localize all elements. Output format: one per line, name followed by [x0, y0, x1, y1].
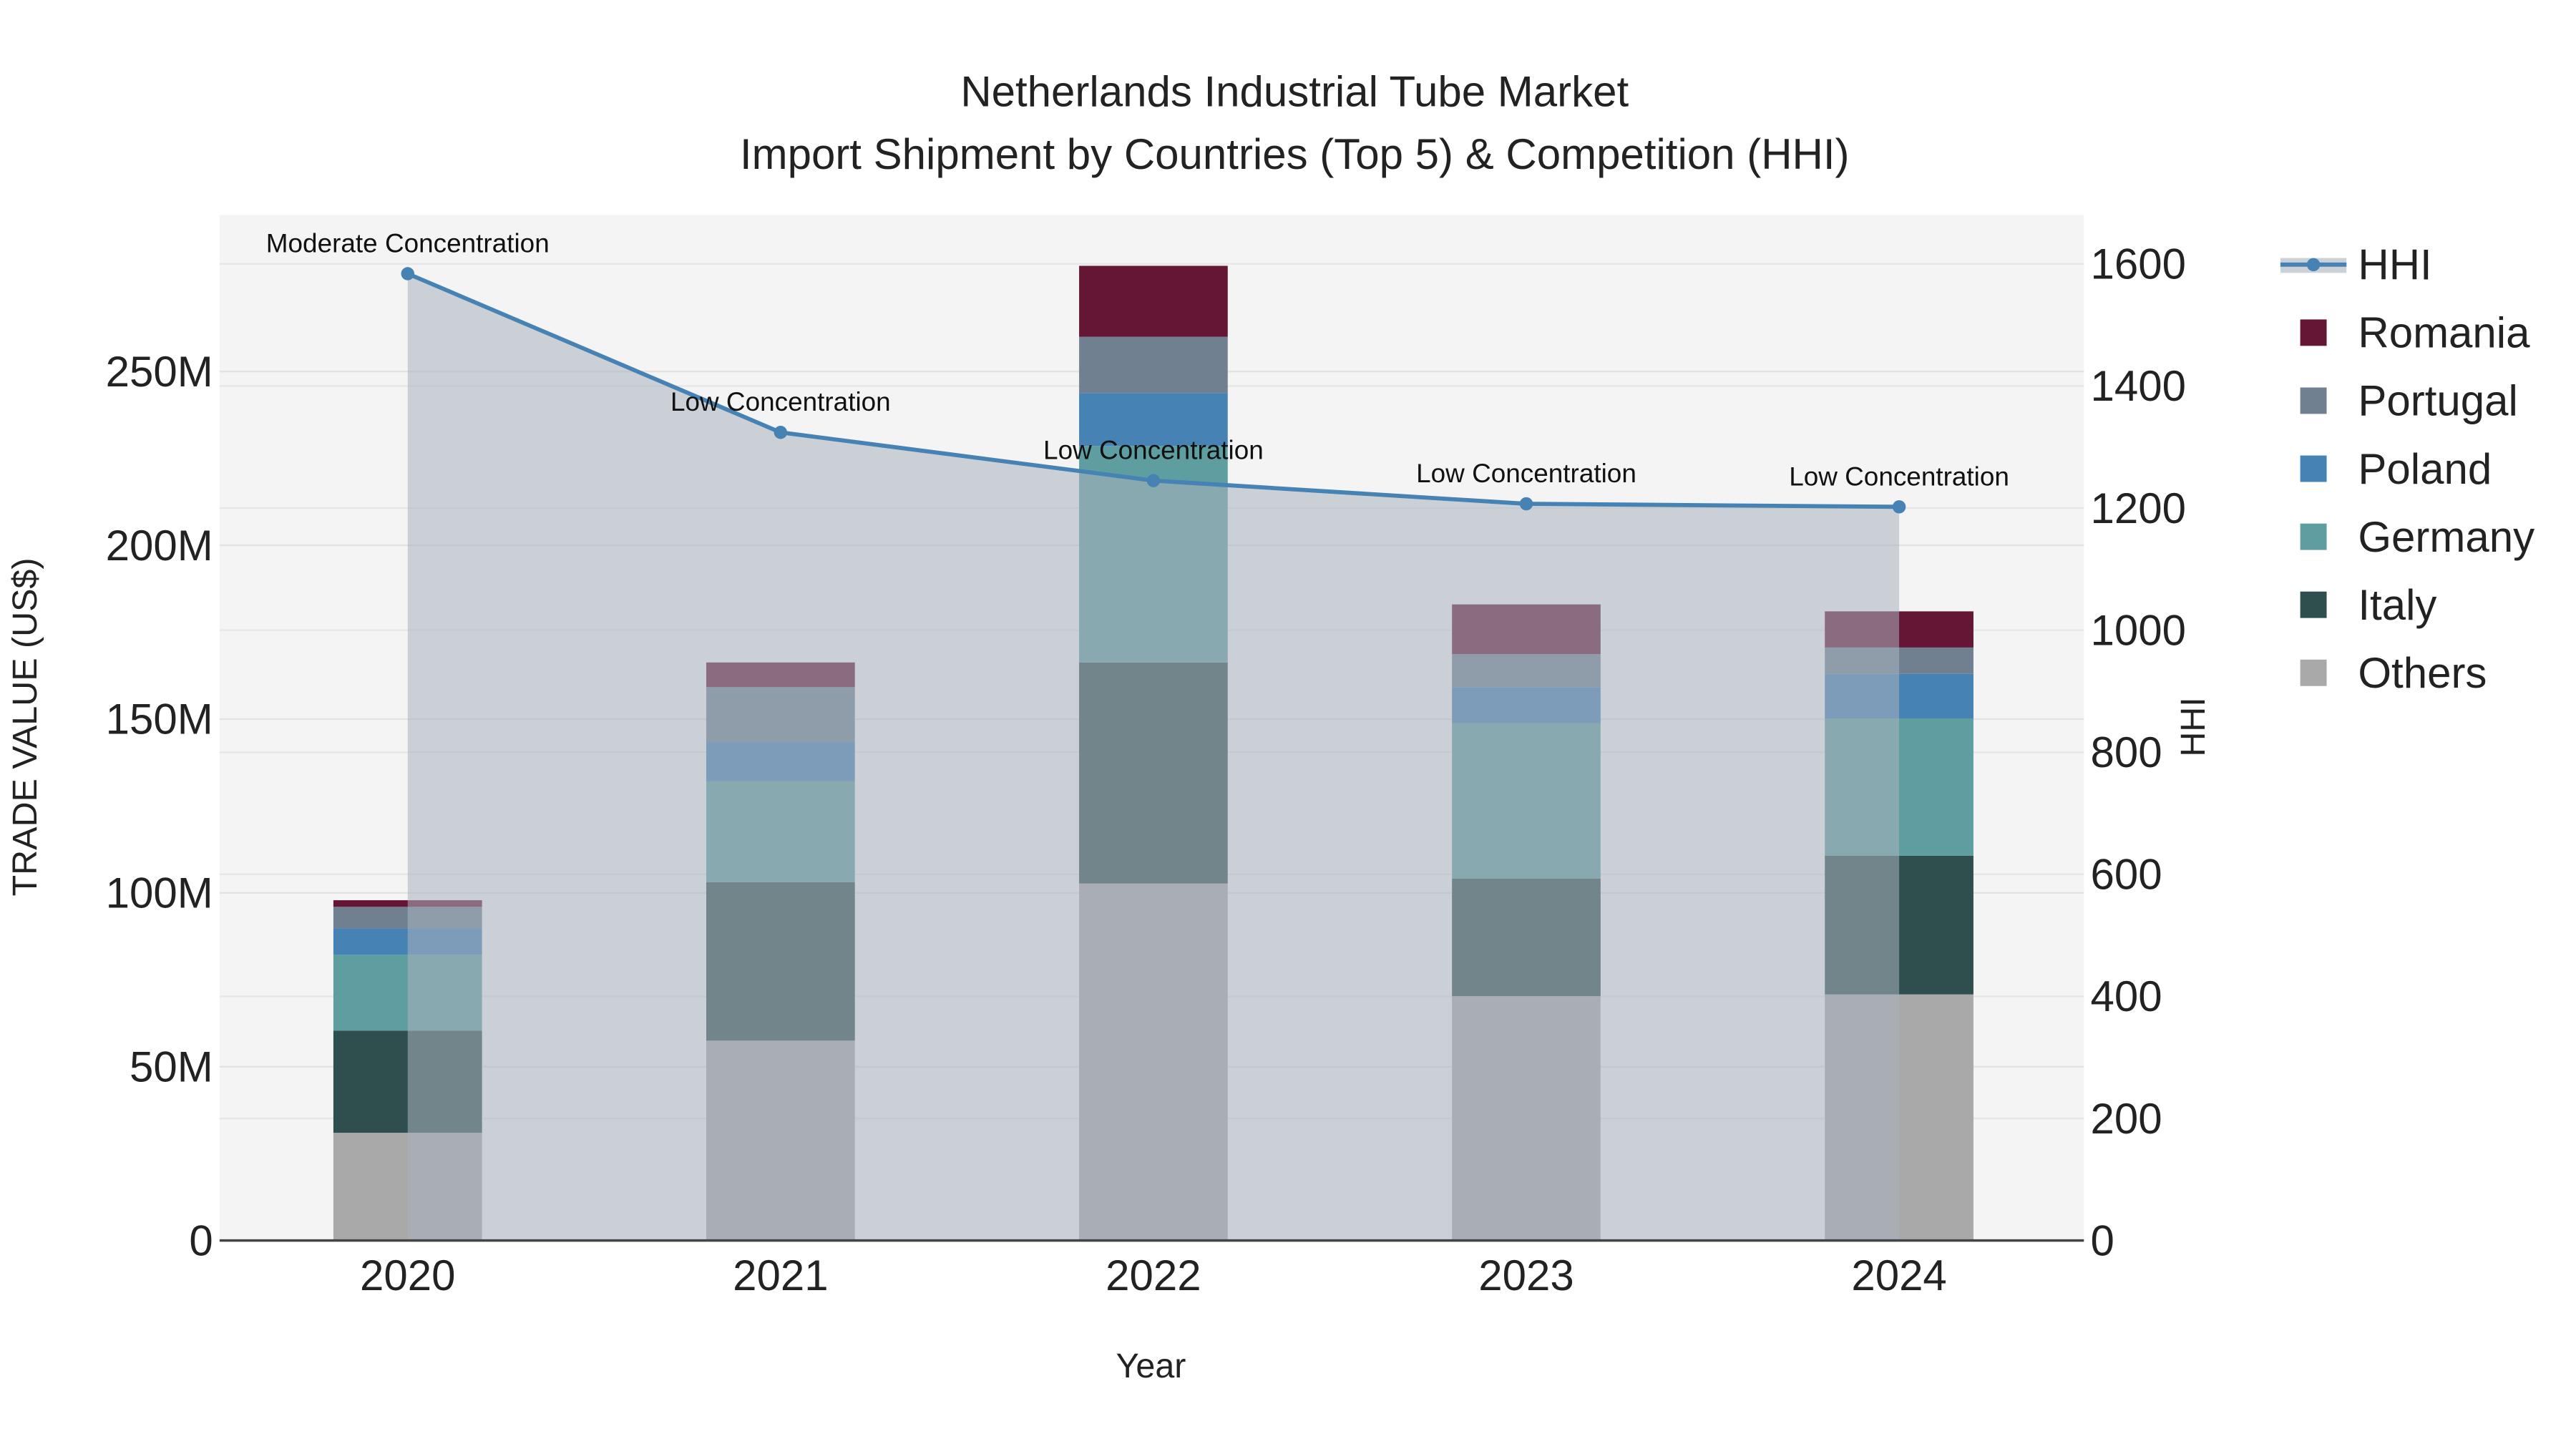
hhi-annotation: Low Concentration: [1043, 436, 1264, 465]
hhi-annotation: Low Concentration: [1416, 459, 1636, 488]
y-tick-label: 100M: [106, 869, 213, 917]
hhi-annotation: Low Concentration: [1789, 462, 2009, 491]
y2-tick-label: 400: [2091, 972, 2162, 1020]
legend-hhi-marker-icon: [2306, 258, 2321, 272]
y-tick-label: 200M: [106, 522, 213, 570]
hhi-annotation: Low Concentration: [670, 387, 891, 416]
y-tick-label: 150M: [106, 696, 213, 743]
legend-swatch-italy: [2300, 591, 2327, 618]
chart: Netherlands Industrial Tube Market Impor…: [6, 67, 2534, 1385]
y2-tick-label: 600: [2091, 851, 2162, 899]
hhi-point-2024: [1892, 500, 1906, 514]
legend-label-italy: Italy: [2358, 581, 2436, 629]
legend-label-portugal: Portugal: [2358, 377, 2517, 425]
legend-swatch-germany: [2300, 523, 2327, 550]
x-tick-label: 2021: [733, 1252, 828, 1299]
x-tick-label: 2024: [1851, 1252, 1946, 1299]
y-tick-label: 0: [189, 1216, 213, 1264]
legend-label-poland: Poland: [2358, 445, 2492, 493]
y2-tick-label: 800: [2091, 728, 2162, 776]
legend-swatch-others: [2300, 659, 2327, 686]
legend-swatch-romania: [2300, 319, 2327, 346]
y2-tick-label: 0: [2091, 1216, 2114, 1264]
legend-swatch-portugal: [2300, 387, 2327, 414]
legend-label-others: Others: [2358, 649, 2487, 697]
y2-tick-label: 200: [2091, 1095, 2162, 1143]
x-tick-label: 2023: [1478, 1252, 1574, 1299]
y-axis-title: TRADE VALUE (US$): [6, 557, 44, 896]
x-axis-title: Year: [1116, 1347, 1186, 1385]
legend-swatch-poland: [2300, 455, 2327, 482]
hhi-point-2021: [774, 426, 788, 439]
legend-label-germany: Germany: [2358, 513, 2534, 561]
y-tick-label: 50M: [130, 1043, 213, 1091]
chart-subtitle: Import Shipment by Countries (Top 5) & C…: [740, 130, 1850, 178]
legend-label-hhi: HHI: [2358, 241, 2431, 289]
legend-label-romania: Romania: [2358, 309, 2530, 357]
y2-tick-label: 1400: [2091, 362, 2186, 410]
x-tick-label: 2020: [360, 1252, 455, 1299]
y2-tick-label: 1200: [2091, 484, 2186, 532]
hhi-point-2023: [1519, 497, 1533, 511]
y-tick-label: 250M: [106, 348, 213, 396]
hhi-point-2022: [1146, 474, 1161, 487]
hhi-annotation: Moderate Concentration: [266, 228, 550, 258]
chart-title: Netherlands Industrial Tube Market: [960, 67, 1629, 115]
x-tick-label: 2022: [1106, 1252, 1201, 1299]
bar-portugal-2022: [1079, 336, 1228, 394]
y2-tick-label: 1000: [2091, 606, 2186, 654]
hhi-point-2020: [401, 267, 414, 280]
y2-axis-title: HHI: [2174, 697, 2212, 756]
bar-romania-2022: [1079, 265, 1228, 337]
y2-tick-label: 1600: [2091, 240, 2186, 288]
